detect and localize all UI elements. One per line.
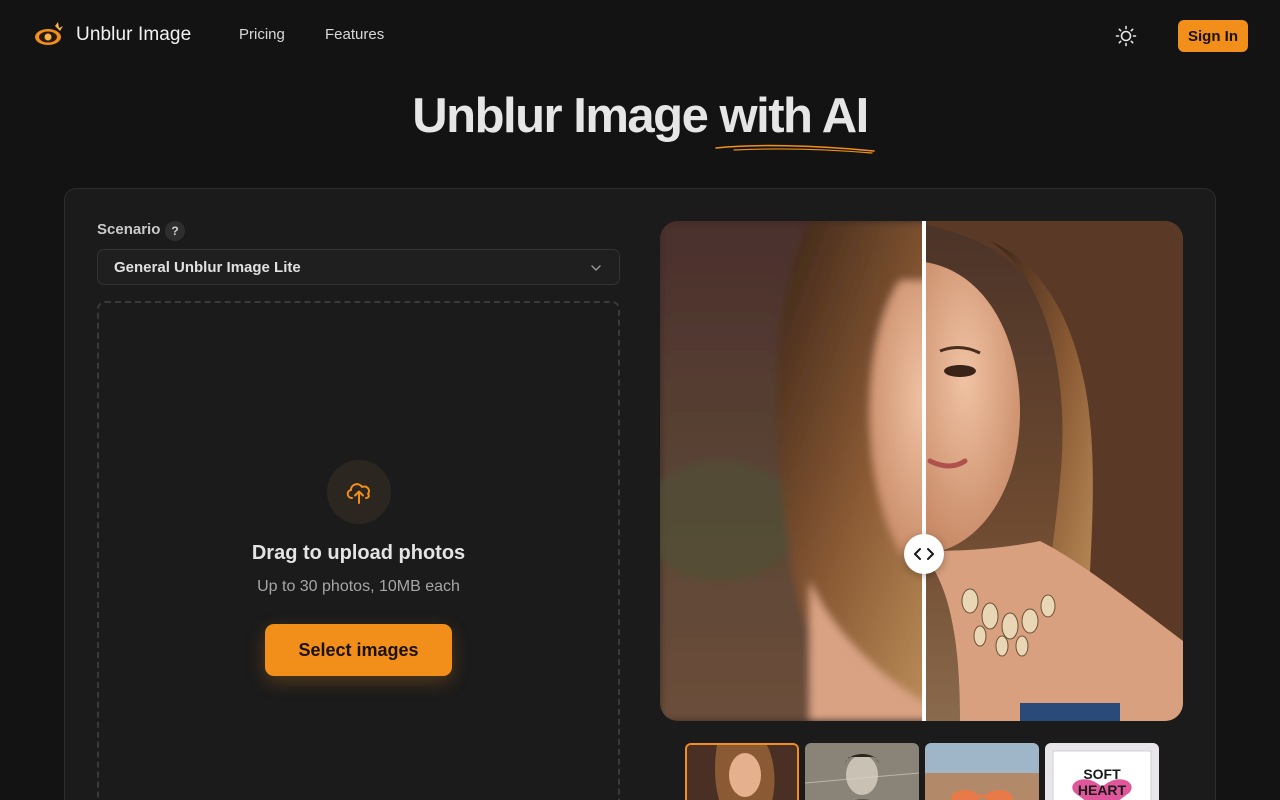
thumbnail-sunglasses[interactable] bbox=[925, 743, 1039, 800]
svg-text:SOFT: SOFT bbox=[1083, 766, 1121, 782]
nav-pricing[interactable]: Pricing bbox=[239, 26, 285, 43]
chevron-down-icon bbox=[591, 265, 601, 271]
upload-subtitle: Up to 30 photos, 10MB each bbox=[257, 578, 460, 595]
thumbnail-soft-heart[interactable]: SOFT HEART bbox=[1045, 743, 1159, 800]
upload-cloud-icon bbox=[327, 460, 391, 524]
scenario-select[interactable]: General Unblur Image Lite bbox=[97, 249, 620, 285]
upload-title: Drag to upload photos bbox=[251, 542, 466, 564]
compare-divider[interactable] bbox=[922, 221, 926, 721]
select-images-button[interactable]: Select images bbox=[265, 624, 452, 676]
title-part-2: with AI bbox=[719, 89, 869, 143]
logo-icon[interactable] bbox=[33, 20, 65, 50]
thumbnail-portrait[interactable] bbox=[685, 743, 799, 800]
help-icon[interactable]: ? bbox=[165, 221, 185, 241]
sun-icon[interactable] bbox=[1114, 24, 1138, 48]
thumbnail-old-photo[interactable] bbox=[805, 743, 919, 800]
svg-text:HEART: HEART bbox=[1078, 782, 1127, 798]
scenario-select-value: General Unblur Image Lite bbox=[114, 259, 301, 276]
page-title: Unblur Image with AI bbox=[0, 88, 1280, 144]
sign-in-button[interactable]: Sign In bbox=[1178, 20, 1248, 52]
compare-handle-icon[interactable] bbox=[904, 534, 944, 574]
scenario-label: Scenario bbox=[97, 221, 161, 238]
title-underline bbox=[715, 144, 875, 154]
brand-name[interactable]: Unblur Image bbox=[76, 24, 191, 46]
title-part-1: Unblur Image bbox=[412, 89, 720, 143]
nav-features[interactable]: Features bbox=[325, 26, 384, 43]
top-nav: Unblur Image Pricing Features Sign In bbox=[0, 0, 1280, 70]
